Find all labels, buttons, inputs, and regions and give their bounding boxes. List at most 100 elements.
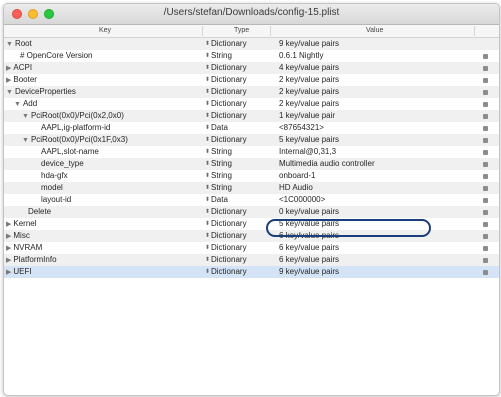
row-value[interactable]: 9 key/value pairs xyxy=(279,267,339,276)
type-popup-icon[interactable]: ⬍ xyxy=(205,124,210,131)
row-action-button[interactable] xyxy=(483,90,488,95)
row-type[interactable]: Dictionary xyxy=(211,135,247,144)
row-value[interactable]: 5 key/value pairs xyxy=(279,135,339,144)
row-key[interactable]: ACPI xyxy=(13,63,32,72)
row-action-button[interactable] xyxy=(483,174,488,179)
type-popup-icon[interactable]: ⬍ xyxy=(205,64,210,71)
row-value[interactable]: 2 key/value pairs xyxy=(279,87,339,96)
disclosure-collapsed-icon[interactable]: ▶ xyxy=(6,269,11,276)
column-header-value[interactable]: Value xyxy=(366,27,383,34)
row-value[interactable]: <87654321> xyxy=(279,123,324,132)
row-value[interactable]: Internal@0,31,3 xyxy=(279,147,336,156)
row-value[interactable]: 9 key/value pairs xyxy=(279,39,339,48)
disclosure-expanded-icon[interactable]: ▼ xyxy=(6,89,13,96)
type-popup-icon[interactable]: ⬍ xyxy=(205,160,210,167)
disclosure-expanded-icon[interactable]: ▼ xyxy=(22,113,29,120)
table-row[interactable]: ▶ PlatformInfo ⬍ Dictionary 6 key/value pair… xyxy=(4,254,499,266)
row-action-button[interactable] xyxy=(483,162,488,167)
row-key[interactable]: UEFI xyxy=(13,267,31,276)
row-type[interactable]: Dictionary xyxy=(211,87,247,96)
row-action-button[interactable] xyxy=(483,198,488,203)
row-key[interactable]: Misc xyxy=(13,231,29,240)
row-action-button[interactable] xyxy=(483,234,488,239)
type-popup-icon[interactable]: ⬍ xyxy=(205,40,210,47)
table-row[interactable]: ▶ NVRAM ⬍ Dictionary 6 key/value pairs xyxy=(4,242,499,254)
row-value[interactable]: onboard-1 xyxy=(279,171,315,180)
table-row[interactable]: ▼ Root ⬍ Dictionary 9 key/value pairs xyxy=(4,38,499,50)
row-action-button[interactable] xyxy=(483,222,488,227)
row-action-button[interactable] xyxy=(483,78,488,83)
row-key[interactable]: model xyxy=(41,183,63,192)
disclosure-collapsed-icon[interactable]: ▶ xyxy=(6,257,11,264)
plist-outline-view[interactable]: ▼ Root ⬍ Dictionary 9 key/value pairs # OpenC… xyxy=(4,38,499,278)
type-popup-icon[interactable]: ⬍ xyxy=(205,100,210,107)
table-row[interactable]: # OpenCore Version ⬍ String 0.6.1 Nightly xyxy=(4,50,499,62)
table-row[interactable]: ▼ PciRoot(0x0)/Pci(0x1F,0x3) ⬍ Dictionary 5 … xyxy=(4,134,499,146)
row-action-button[interactable] xyxy=(483,138,488,143)
table-row[interactable]: device_type ⬍ String Multimedia audio contr… xyxy=(4,158,499,170)
type-popup-icon[interactable]: ⬍ xyxy=(205,184,210,191)
type-popup-icon[interactable]: ⬍ xyxy=(205,256,210,263)
row-value[interactable]: 0 key/value pairs xyxy=(279,207,339,216)
type-popup-icon[interactable]: ⬍ xyxy=(205,220,210,227)
row-action-button[interactable] xyxy=(483,270,488,275)
row-type[interactable]: String xyxy=(211,159,232,168)
type-popup-icon[interactable]: ⬍ xyxy=(205,112,210,119)
row-value[interactable]: <1C000000> xyxy=(279,195,325,204)
row-key[interactable]: NVRAM xyxy=(13,243,42,252)
row-action-button[interactable] xyxy=(483,258,488,263)
row-action-button[interactable] xyxy=(483,54,488,59)
row-value[interactable]: 2 key/value pairs xyxy=(279,75,339,84)
table-row[interactable]: ▶ Misc ⬍ Dictionary 6 key/value pairs xyxy=(4,230,499,242)
type-popup-icon[interactable]: ⬍ xyxy=(205,232,210,239)
disclosure-collapsed-icon[interactable]: ▶ xyxy=(6,233,11,240)
row-key[interactable]: Kernel xyxy=(13,219,36,228)
row-key[interactable]: PlatformInfo xyxy=(13,255,56,264)
row-key[interactable]: AAPL,slot-name xyxy=(41,147,99,156)
type-popup-icon[interactable]: ⬍ xyxy=(205,136,210,143)
row-action-button[interactable] xyxy=(483,102,488,107)
row-key[interactable]: PciRoot(0x0)/Pci(0x1F,0x3) xyxy=(31,135,128,144)
table-row[interactable]: AAPL,ig-platform-id ⬍ Data <87654321> xyxy=(4,122,499,134)
column-divider[interactable] xyxy=(474,26,475,36)
table-row[interactable]: AAPL,slot-name ⬍ String Internal@0,31,3 xyxy=(4,146,499,158)
row-action-button[interactable] xyxy=(483,126,488,131)
row-type[interactable]: Dictionary xyxy=(211,267,247,276)
row-key[interactable]: DeviceProperties xyxy=(15,87,76,96)
row-value[interactable]: 6 key/value pairs xyxy=(279,231,339,240)
disclosure-collapsed-icon[interactable]: ▶ xyxy=(6,65,11,72)
row-type[interactable]: String xyxy=(211,147,232,156)
row-value[interactable]: 1 key/value pair xyxy=(279,111,335,120)
row-key[interactable]: Delete xyxy=(28,207,51,216)
disclosure-expanded-icon[interactable]: ▼ xyxy=(14,101,21,108)
row-value[interactable]: 2 key/value pairs xyxy=(279,99,339,108)
disclosure-collapsed-icon[interactable]: ▶ xyxy=(6,77,11,84)
row-value[interactable]: 0.6.1 Nightly xyxy=(279,51,323,60)
table-row[interactable]: ▼ Add ⬍ Dictionary 2 key/value pairs xyxy=(4,98,499,110)
row-type[interactable]: Dictionary xyxy=(211,243,247,252)
type-popup-icon[interactable]: ⬍ xyxy=(205,52,210,59)
row-value[interactable]: 4 key/value pairs xyxy=(279,63,339,72)
row-type[interactable]: Dictionary xyxy=(211,255,247,264)
row-key[interactable]: # OpenCore Version xyxy=(20,51,93,60)
row-value[interactable]: 6 key/value pairs xyxy=(279,255,339,264)
disclosure-expanded-icon[interactable]: ▼ xyxy=(22,137,29,144)
row-type[interactable]: Dictionary xyxy=(211,207,247,216)
row-type[interactable]: String xyxy=(211,183,232,192)
row-action-button[interactable] xyxy=(483,246,488,251)
row-type[interactable]: Dictionary xyxy=(211,39,247,48)
row-type[interactable]: Dictionary xyxy=(211,63,247,72)
row-action-button[interactable] xyxy=(483,114,488,119)
row-key[interactable]: AAPL,ig-platform-id xyxy=(41,123,110,132)
table-row[interactable]: ▶ Kernel ⬍ Dictionary 5 key/value pairs xyxy=(4,218,499,230)
type-popup-icon[interactable]: ⬍ xyxy=(205,88,210,95)
row-type[interactable]: Dictionary xyxy=(211,99,247,108)
table-row[interactable]: layout-id ⬍ Data <1C000000> xyxy=(4,194,499,206)
column-header-key[interactable]: Key xyxy=(99,27,111,34)
row-key[interactable]: Add xyxy=(23,99,37,108)
table-row[interactable]: model ⬍ String HD Audio xyxy=(4,182,499,194)
table-row[interactable]: ▶ Booter ⬍ Dictionary 2 key/value pairs xyxy=(4,74,499,86)
row-value[interactable]: 6 key/value pairs xyxy=(279,243,339,252)
type-popup-icon[interactable]: ⬍ xyxy=(205,244,210,251)
table-row[interactable]: ▼ PciRoot(0x0)/Pci(0x2,0x0) ⬍ Dictionary 1 k… xyxy=(4,110,499,122)
